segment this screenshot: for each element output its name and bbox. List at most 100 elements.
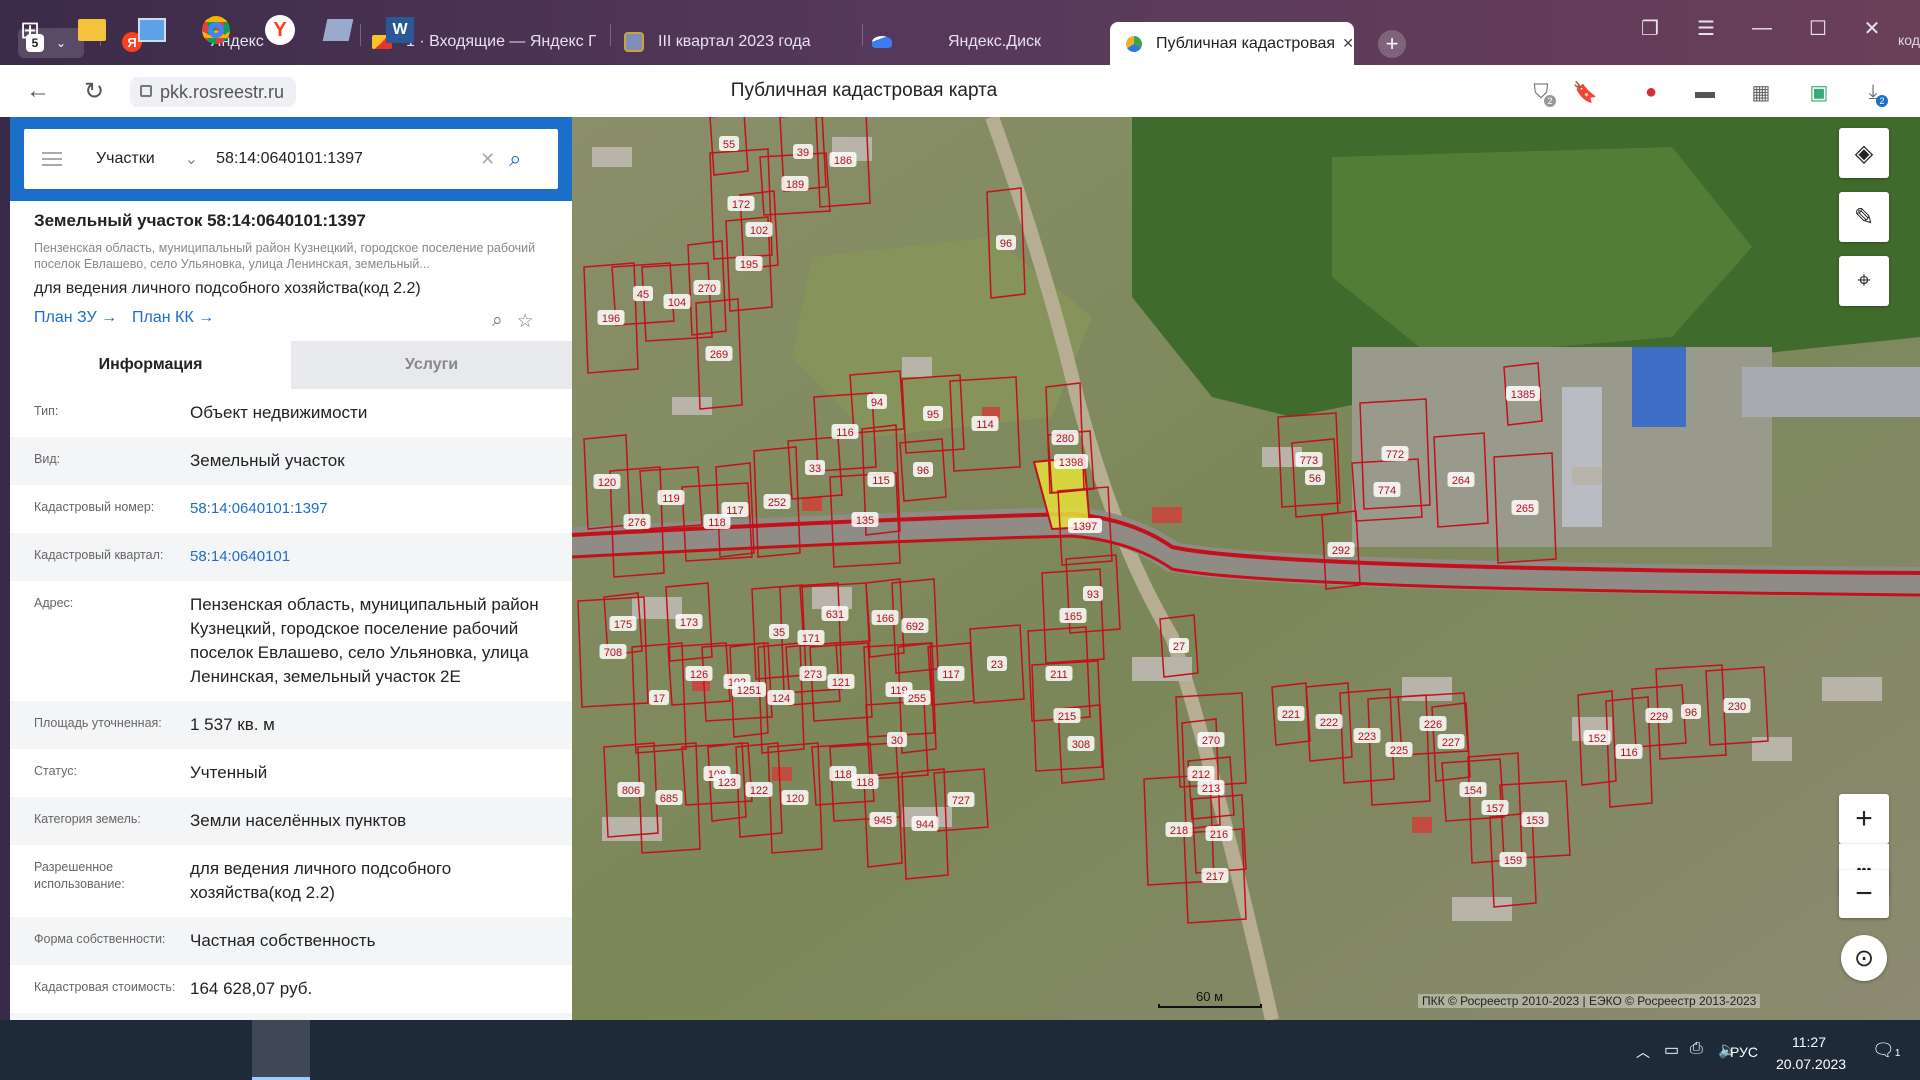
parcel-label[interactable]: 33 — [805, 460, 825, 475]
parcel-label[interactable]: 226 — [1419, 716, 1447, 731]
parcel-label[interactable]: 1397 — [1068, 518, 1102, 533]
parcel-label[interactable]: 39 — [793, 144, 813, 159]
parcel-label[interactable]: 273 — [799, 666, 827, 681]
parcel-label[interactable]: 124 — [767, 690, 795, 705]
parcel-label[interactable]: 772 — [1381, 446, 1409, 461]
parcel-label[interactable]: 117 — [721, 502, 749, 517]
parcel-label[interactable]: 126 — [685, 666, 713, 681]
parcel-label[interactable]: 93 — [1083, 586, 1103, 601]
tab-cadastral-map[interactable]: Публичная кадастровая карта ✕ — [1110, 22, 1354, 65]
parcel-label[interactable]: 173 — [675, 614, 703, 629]
tab-document[interactable]: III квартал 2023 года — [624, 24, 856, 60]
parcel-label[interactable]: 270 — [693, 280, 721, 295]
plan-kk-link[interactable]: План КК → — [132, 309, 214, 327]
parcel-label[interactable]: 23 — [987, 656, 1007, 671]
info-row-value[interactable]: 58:14:0640101 — [190, 545, 572, 569]
parcel-label[interactable]: 27 — [1169, 638, 1189, 653]
map-canvas[interactable]: 55 39 186 172 189 102 195 196 45 104 270 269 94 95 114… — [572, 117, 1920, 1020]
protect-icon[interactable]: ⛉ 2 — [1526, 77, 1556, 107]
parcel-label[interactable]: 175 — [609, 616, 637, 631]
parcel-label[interactable]: 35 — [769, 624, 789, 639]
hamburger-icon[interactable] — [42, 152, 62, 166]
parcel-label[interactable]: 154 — [1459, 782, 1487, 797]
ruler-icon[interactable]: ✎ — [1839, 192, 1889, 242]
parcel-label[interactable]: 171 — [797, 630, 825, 645]
parcel-label[interactable]: 218 — [1165, 822, 1193, 837]
parcel-label[interactable]: 1398 — [1054, 454, 1088, 469]
parcel-label[interactable]: 944 — [911, 816, 939, 831]
notification-icon[interactable]: 🗨1 — [1872, 1040, 1900, 1061]
parcel-label[interactable]: 45 — [633, 286, 653, 301]
parcel-label[interactable]: 189 — [781, 176, 809, 191]
cadastral-map[interactable]: 55 39 186 172 189 102 195 196 45 104 270 269 94 95 114… — [572, 117, 1920, 1020]
parcel-label[interactable]: 153 — [1521, 812, 1549, 827]
compass-icon[interactable]: ⊙ — [1841, 935, 1887, 981]
menu-icon[interactable]: ☰ — [1686, 12, 1726, 44]
parcel-label[interactable]: 135 — [851, 512, 879, 527]
parcel-label[interactable]: 95 — [923, 406, 943, 421]
layers-icon[interactable]: ◈ — [1839, 128, 1889, 178]
extension-hat-icon[interactable]: ▬ — [1690, 77, 1720, 107]
clear-icon[interactable]: ✕ — [480, 149, 495, 170]
parcel-label[interactable]: 255 — [903, 690, 931, 705]
bookmark-icon[interactable]: 🔖 — [1570, 77, 1600, 107]
zoom-in-button[interactable]: + — [1839, 794, 1889, 844]
parcel-label[interactable]: 222 — [1315, 714, 1343, 729]
parcel-label[interactable]: 211 — [1045, 666, 1073, 681]
search-icon[interactable]: ⌕ — [509, 146, 521, 172]
parcel-label[interactable]: 94 — [867, 394, 887, 409]
parcel-label[interactable]: 116 — [1615, 744, 1643, 759]
new-tab-button[interactable]: + — [1378, 30, 1406, 58]
parcel-label[interactable]: 195 — [735, 256, 763, 271]
parcel-label[interactable]: 945 — [869, 812, 897, 827]
tab-disk[interactable]: Яндекс.Диск — [872, 24, 1104, 60]
language-indicator[interactable]: РУС — [1730, 1044, 1758, 1060]
parcel-label[interactable]: 773 — [1295, 452, 1323, 467]
parcel-label[interactable]: 115 — [867, 472, 895, 487]
parcel-label[interactable]: 280 — [1051, 430, 1079, 445]
parcel-label[interactable]: 216 — [1205, 826, 1233, 841]
parcel-label[interactable]: 121 — [827, 674, 855, 689]
parcel-label[interactable]: 308 — [1067, 736, 1095, 751]
parcel-label[interactable]: 102 — [745, 222, 773, 237]
parcel-label[interactable]: 186 — [829, 152, 857, 167]
parcel-label[interactable]: 96 — [913, 462, 933, 477]
parcel-label[interactable]: 227 — [1437, 734, 1465, 749]
parcel-label[interactable]: 196 — [597, 310, 625, 325]
parcel-label[interactable]: 120 — [593, 474, 621, 489]
parcel-label[interactable]: 172 — [727, 196, 755, 211]
parcel-label[interactable]: 230 — [1723, 698, 1751, 713]
parcel-label[interactable]: 708 — [599, 644, 627, 659]
notes-icon[interactable] — [318, 10, 358, 50]
parcel-label[interactable]: 17 — [649, 690, 669, 705]
parcel-label[interactable]: 96 — [1681, 704, 1701, 719]
parcel-label[interactable]: 215 — [1053, 708, 1081, 723]
info-row-value[interactable]: 58:14:0640101:1397 — [190, 497, 572, 521]
parcel-label[interactable]: 122 — [745, 782, 773, 797]
tab-information[interactable]: Информация — [10, 341, 291, 389]
extension-icon[interactable]: ● — [1636, 77, 1666, 107]
parcel-label[interactable]: 685 — [655, 790, 683, 805]
parcel-label[interactable]: 123 — [713, 774, 741, 789]
minimize-icon[interactable]: — — [1742, 12, 1782, 44]
parcel-label[interactable]: 270 — [1197, 732, 1225, 747]
bookmarks-panel-icon[interactable]: ❐ — [1630, 12, 1670, 44]
parcel-label[interactable]: 217 — [1201, 868, 1229, 883]
parcel-label[interactable]: 96 — [996, 235, 1016, 250]
control-panel-icon[interactable] — [132, 10, 172, 50]
search-input[interactable]: 58:14:0640101:1397 — [216, 150, 476, 168]
extension-puzzle-icon[interactable]: ▦ — [1746, 77, 1776, 107]
parcel-label[interactable]: 292 — [1327, 542, 1355, 557]
translate-icon[interactable]: ▣ — [1804, 77, 1834, 107]
parcel-label[interactable]: 120 — [781, 790, 809, 805]
parcel-label[interactable]: 116 — [831, 424, 859, 439]
parcel-label[interactable]: 166 — [871, 610, 899, 625]
parcel-label[interactable]: 152 — [1583, 730, 1611, 745]
parcel-label[interactable]: 213 — [1197, 780, 1225, 795]
parcel-label[interactable]: 55 — [719, 136, 739, 151]
parcel-label[interactable]: 806 — [617, 782, 645, 797]
search-in-map-icon[interactable]: ⌕ — [492, 310, 503, 333]
parcel-label[interactable]: 119 — [657, 490, 685, 505]
yandex-browser-icon[interactable]: Y — [260, 10, 300, 50]
tray-chevron-icon[interactable]: ︿ — [1636, 1042, 1650, 1062]
